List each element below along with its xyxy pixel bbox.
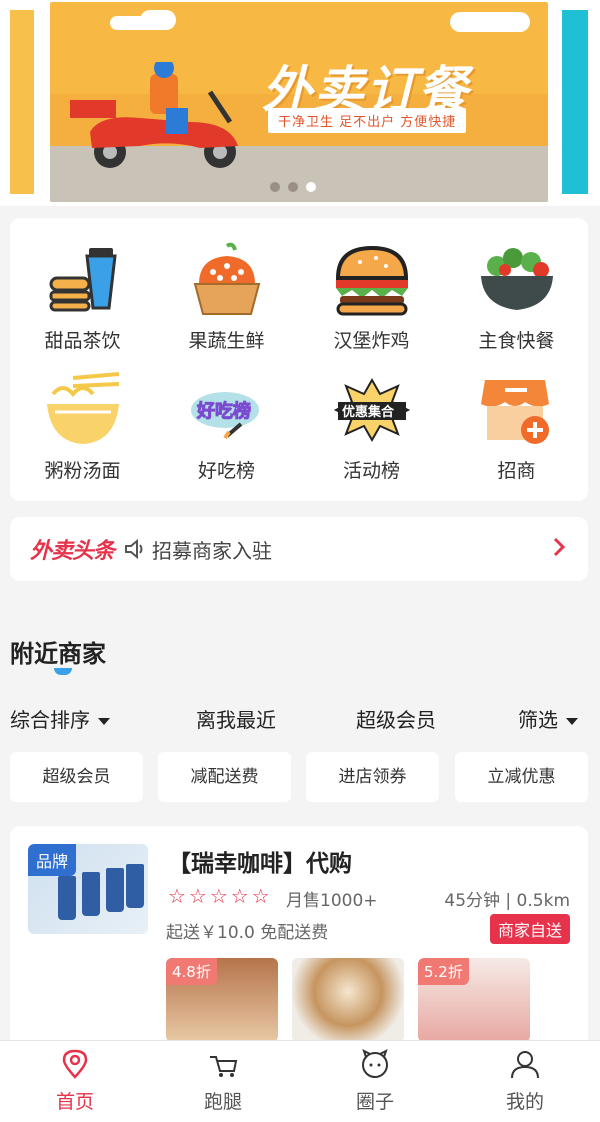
delivery-fee: 起送￥10.0 免配送费 [166,923,329,943]
headline-logo: 外卖头条 [30,539,115,564]
filter-chip[interactable]: 进店领券 [306,752,439,802]
banner-next-slide[interactable] [562,10,588,194]
cup-icon [58,876,76,920]
promo-ranking-icon: 优惠集合 [332,370,412,450]
category-tasty-ranking[interactable]: 好吃榜 好吃榜 [154,370,299,483]
location-pin-icon [62,1049,88,1079]
tasty-ranking-icon: 好吃榜 [187,370,267,450]
cloud-icon [450,12,530,32]
discount-badge: 5.2折 [418,958,469,985]
salad-bowl-icon [477,240,557,320]
banner-subtitle: 干净卫生 足不出户 方便快捷 [268,108,467,133]
user-icon [511,1051,539,1079]
delivery-tag: 商家自送 [489,914,570,944]
svg-text:好吃榜: 好吃榜 [196,400,251,422]
carousel-dot[interactable] [270,182,280,192]
tab-errand[interactable]: 跑腿 [148,1049,298,1114]
sort-super-member[interactable]: 超级会员 [356,704,436,733]
speaker-icon [125,538,143,560]
category-grid: 甜品茶饮 果蔬生鲜 汉堡炸鸡 主食快餐 粥粉汤面 好吃榜 好吃榜 优惠集合 活动… [10,218,588,501]
banner-prev-slide[interactable] [10,10,40,194]
section-title: 附近商家 [10,640,106,668]
cup-icon [126,864,144,908]
burger-icon [332,240,412,320]
rating-stars: ☆☆☆☆☆ [168,884,273,908]
bottom-tab-bar: 首页 跑腿 圈子 我的 [0,1040,600,1122]
shop-add-icon [477,370,557,450]
cup-icon [106,868,124,912]
brand-badge: 品牌 [28,844,77,876]
tab-home[interactable]: 首页 [0,1049,150,1114]
sort-label: 离我最近 [196,708,276,732]
sort-nearest[interactable]: 离我最近 [196,704,276,733]
cart-icon [210,1056,238,1077]
dish-image[interactable]: 4.8折 [166,958,278,1042]
category-label: 汉堡炸鸡 [333,330,410,352]
drink-burger-icon [43,240,123,320]
discount-badge: 4.8折 [166,958,217,985]
category-burger-chicken[interactable]: 汉堡炸鸡 [299,240,444,353]
monthly-sales: 月售1000+ [286,891,378,911]
cup-icon [82,872,100,916]
shop-thumbnail: 品牌 [28,844,148,934]
sort-label: 综合排序 [10,708,90,732]
tab-label: 首页 [55,1091,94,1113]
tab-label: 跑腿 [203,1091,242,1113]
category-label: 招商 [497,460,536,482]
caret-down-icon [98,718,110,725]
category-staple-fastfood[interactable]: 主食快餐 [444,240,589,353]
tab-label: 我的 [505,1091,544,1113]
dish-image[interactable] [292,958,404,1042]
category-label: 果蔬生鲜 [188,330,265,352]
shop-card[interactable]: 品牌 【瑞幸咖啡】代购 ☆☆☆☆☆ 月售1000+ 45分钟 | 0.5km 起… [10,826,588,1056]
filter-chip[interactable]: 立减优惠 [455,752,588,802]
category-label: 粥粉汤面 [44,460,121,482]
banner-carousel[interactable]: 外卖订餐 干净卫生 足不出户 方便快捷 [0,0,600,206]
chevron-right-icon[interactable] [552,535,566,559]
delivery-time-distance: 45分钟 | 0.5km [444,891,570,911]
filter-chip[interactable]: 超级会员 [10,752,143,802]
carousel-indicator [270,182,316,192]
svg-text:优惠集合: 优惠集合 [342,404,395,420]
tab-circle[interactable]: 圈子 [300,1049,450,1114]
category-promo-ranking[interactable]: 优惠集合 活动榜 [299,370,444,483]
headline-bar[interactable]: 外卖头条 招募商家入驻 [10,517,588,581]
sort-label: 筛选 [518,708,558,732]
category-dessert-drinks[interactable]: 甜品茶饮 [10,240,155,353]
noodle-bowl-icon [43,370,123,450]
sort-label: 超级会员 [356,708,436,732]
category-merchant-recruit[interactable]: 招商 [444,370,589,483]
carousel-dot-active[interactable] [306,182,316,192]
category-congee-noodles[interactable]: 粥粉汤面 [10,370,155,483]
category-label: 主食快餐 [478,330,555,352]
caret-down-icon [566,718,578,725]
category-label: 活动榜 [342,460,400,482]
dish-image[interactable]: 5.2折 [418,958,530,1042]
carousel-dot[interactable] [288,182,298,192]
cloud-icon [140,10,176,30]
category-fruit-veg[interactable]: 果蔬生鲜 [154,240,299,353]
category-label: 好吃榜 [197,460,255,482]
fruit-basket-icon [187,240,267,320]
banner-slide[interactable]: 外卖订餐 干净卫生 足不出户 方便快捷 [50,2,548,202]
headline-text: 招募商家入驻 [152,538,273,563]
sort-comprehensive[interactable]: 综合排序 [10,704,110,733]
delivery-scooter-icon [70,62,238,168]
filter-chip[interactable]: 减配送费 [158,752,291,802]
tab-label: 圈子 [355,1091,394,1113]
filter-button[interactable]: 筛选 [518,704,578,733]
circle-face-icon [362,1049,388,1078]
tab-me[interactable]: 我的 [450,1049,600,1114]
shop-name: 【瑞幸咖啡】代购 [168,851,352,877]
category-label: 甜品茶饮 [44,330,121,352]
